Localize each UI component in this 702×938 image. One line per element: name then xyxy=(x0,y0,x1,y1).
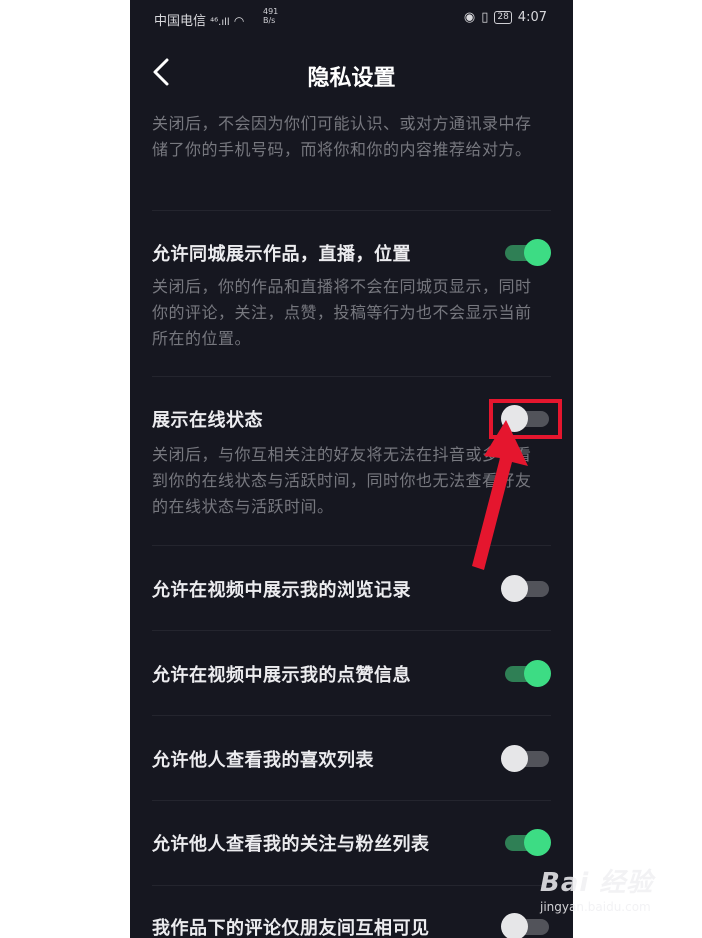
wifi-icon: ◠ xyxy=(233,14,245,28)
setting-row-favorites: 允许他人查看我的喜欢列表 xyxy=(130,738,573,778)
setting-label-city: 允许同城展示作品，直播，位置 xyxy=(152,244,411,265)
eye-icon: ◉ xyxy=(463,10,476,25)
watermark-logo: Bai 经验 xyxy=(540,868,654,898)
comments-toggle[interactable] xyxy=(501,912,551,938)
page-title: 隐私设置 xyxy=(307,66,396,91)
follows-toggle[interactable] xyxy=(501,828,551,856)
setting-row-comments: 我作品下的评论仅朋友间互相可见 xyxy=(130,906,573,938)
divider xyxy=(152,885,551,886)
city-toggle[interactable] xyxy=(501,238,551,266)
carrier-name: 中国电信 xyxy=(154,14,207,29)
vibrate-icon: ▯ xyxy=(481,10,489,25)
setting-label-comments: 我作品下的评论仅朋友间互相可见 xyxy=(152,918,430,938)
city-description: 关闭后，你的作品和直播将不会在同城页显示，同时你的评论，关注，点赞，投稿等行为也… xyxy=(152,277,532,348)
signal-icon: ⁴⁶.ıll xyxy=(210,17,230,28)
net-speed-unit: B/s xyxy=(263,16,276,25)
browse-history-toggle[interactable] xyxy=(501,574,551,602)
watermark: Bai 经验 jingyan.baidu.com xyxy=(540,862,654,914)
recommend-description: 关闭后，不会因为你们可能认识、或对方通讯录中存储了你的手机号码，而将你和你的内容… xyxy=(152,114,532,159)
setting-row-follows: 允许他人查看我的关注与粉丝列表 xyxy=(130,822,573,862)
setting-label-favorites: 允许他人查看我的喜欢列表 xyxy=(152,750,374,771)
status-time: 4:07 xyxy=(517,10,547,25)
setting-label-browse-history: 允许在视频中展示我的浏览记录 xyxy=(152,580,411,601)
carrier-label: 中国电信 ⁴⁶.ıll ◠ xyxy=(154,10,244,29)
status-right: ◉ ▯ 28 4:07 xyxy=(464,10,547,25)
net-speed: 491 B/s xyxy=(263,7,278,25)
divider xyxy=(152,715,551,716)
setting-row-browse-history: 允许在视频中展示我的浏览记录 xyxy=(130,568,573,608)
favorites-toggle[interactable] xyxy=(501,744,551,772)
net-speed-value: 491 xyxy=(263,7,279,16)
pointer-arrow xyxy=(472,420,528,570)
status-bar: 中国电信 ⁴⁶.ıll ◠ 491 B/s ◉ ▯ 28 4:07 xyxy=(130,0,573,36)
setting-label-follows: 允许他人查看我的关注与粉丝列表 xyxy=(152,834,430,855)
setting-label-online: 展示在线状态 xyxy=(152,410,263,431)
nav-bar: 隐私设置 xyxy=(130,48,573,100)
likes-toggle[interactable] xyxy=(501,659,551,687)
divider xyxy=(152,376,551,377)
divider xyxy=(152,630,551,631)
setting-label-likes: 允许在视频中展示我的点赞信息 xyxy=(152,665,411,686)
battery-icon: 28 xyxy=(494,11,512,24)
divider xyxy=(152,210,551,211)
watermark-url: jingyan.baidu.com xyxy=(540,900,651,914)
setting-row-city: 允许同城展示作品，直播，位置 xyxy=(130,232,573,272)
divider xyxy=(152,800,551,801)
setting-row-likes: 允许在视频中展示我的点赞信息 xyxy=(130,653,573,693)
